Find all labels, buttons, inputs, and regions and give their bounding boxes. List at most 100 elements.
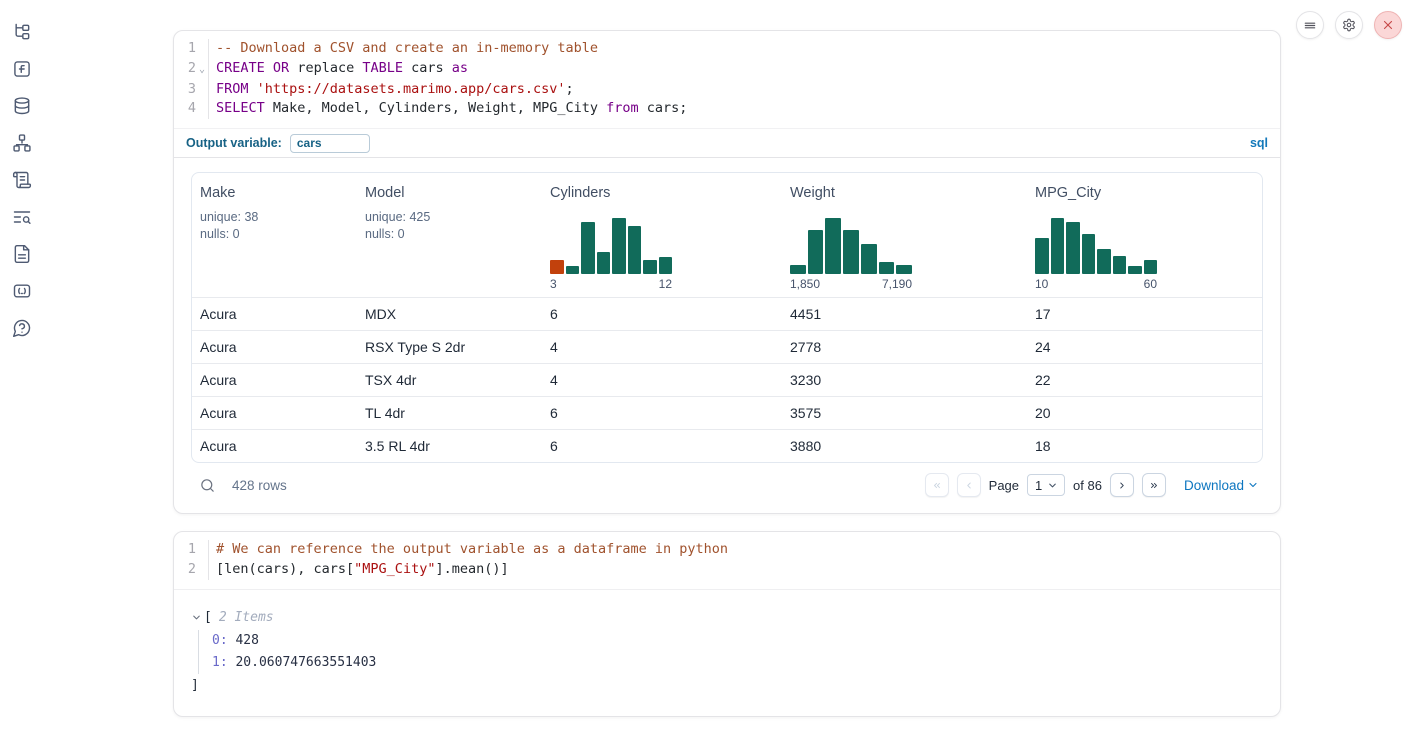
histogram-bar[interactable]	[659, 257, 673, 274]
weight-histogram	[790, 218, 912, 274]
data-table: Make unique: 38 nulls: 0 Model unique: 4…	[191, 172, 1263, 463]
logs-icon[interactable]	[12, 207, 32, 227]
column-header-cylinders[interactable]: Cylinders 3 12	[542, 173, 782, 297]
datasources-icon[interactable]	[12, 96, 32, 116]
histogram-bar[interactable]	[861, 244, 877, 274]
histogram-bar[interactable]	[1051, 218, 1065, 274]
column-header-mpg-city[interactable]: MPG_City 10 60	[1027, 173, 1262, 297]
open-bracket: [	[204, 608, 212, 628]
mpg-city-histogram	[1035, 218, 1157, 274]
line-number: 1	[174, 540, 196, 560]
histogram-bar[interactable]	[581, 222, 595, 274]
histogram-bar[interactable]	[612, 218, 626, 274]
histogram-bar[interactable]	[896, 265, 912, 274]
line-number: 2	[174, 59, 196, 80]
histogram-bar[interactable]	[628, 226, 642, 274]
table-cell: 6	[542, 405, 782, 421]
axis-min-label: 1,850	[790, 277, 820, 291]
table-cell: 2778	[782, 339, 1027, 355]
histogram-axis: 1,850 7,190	[790, 277, 912, 291]
code-line: 4SELECT Make, Model, Cylinders, Weight, …	[174, 99, 1280, 119]
items-count-label: 2 Items	[219, 608, 274, 628]
axis-max-label: 12	[659, 277, 672, 291]
settings-button[interactable]	[1335, 11, 1363, 39]
table-cell: TL 4dr	[357, 405, 542, 421]
histogram-bar[interactable]	[1035, 238, 1049, 274]
histogram-bar[interactable]	[1097, 249, 1111, 274]
fold-toggle-icon[interactable]: ⌄	[196, 59, 208, 80]
dependency-graph-icon[interactable]	[12, 133, 32, 153]
column-stat-unique: unique: 425	[365, 210, 534, 224]
scratchpad-icon[interactable]	[12, 170, 32, 190]
next-page-button[interactable]	[1110, 473, 1134, 497]
axis-max-label: 60	[1144, 277, 1157, 291]
help-icon[interactable]	[12, 318, 32, 338]
previous-page-button[interactable]	[957, 473, 981, 497]
table-cell: 17	[1027, 306, 1262, 322]
python-cell: 1# We can reference the output variable …	[173, 531, 1281, 716]
histogram-bar[interactable]	[643, 260, 657, 274]
sql-code-editor[interactable]: 1-- Download a CSV and create an in-memo…	[174, 31, 1280, 128]
histogram-bar[interactable]	[1144, 260, 1158, 274]
code-line: 3 FROM 'https://datasets.marimo.app/cars.…	[174, 80, 1280, 100]
snippets-icon[interactable]	[12, 281, 32, 301]
variables-icon[interactable]	[12, 59, 32, 79]
column-header-weight[interactable]: Weight 1,850 7,190	[782, 173, 1027, 297]
histogram-bar[interactable]	[879, 262, 895, 274]
documentation-icon[interactable]	[12, 244, 32, 264]
table-cell: 6	[542, 438, 782, 454]
table-cell: Acura	[192, 339, 357, 355]
histogram-bar[interactable]	[1113, 256, 1127, 274]
column-name: MPG_City	[1035, 185, 1254, 201]
histogram-axis: 10 60	[1035, 277, 1157, 291]
close-button[interactable]	[1374, 11, 1402, 39]
histogram-bar[interactable]	[825, 218, 841, 274]
histogram-bar[interactable]	[843, 230, 859, 274]
chevron-left-icon	[964, 479, 974, 492]
download-button[interactable]: Download	[1184, 478, 1259, 493]
tree-collapse-icon[interactable]	[191, 612, 204, 623]
table-cell: 20	[1027, 405, 1262, 421]
histogram-bar[interactable]	[1082, 234, 1096, 274]
tree-root-row: [ 2 Items	[191, 608, 1263, 628]
tree-entry-key: 0:	[212, 633, 228, 648]
table-header-row: Make unique: 38 nulls: 0 Model unique: 4…	[192, 173, 1262, 297]
menu-button[interactable]	[1296, 11, 1324, 39]
page-select-value: 1	[1035, 478, 1042, 493]
cylinders-histogram	[550, 218, 672, 274]
histogram-bar[interactable]	[808, 230, 824, 274]
python-code-editor[interactable]: 1# We can reference the output variable …	[174, 532, 1280, 589]
notebook: 1 -- Download a CSV and create an in-memo…	[173, 30, 1281, 717]
tree-entry: 1: 20.060747663551403	[212, 652, 1263, 674]
table-cell: 24	[1027, 339, 1262, 355]
line-number: 2	[174, 560, 196, 580]
column-stat-nulls: nulls: 0	[365, 227, 534, 241]
table-cell: 18	[1027, 438, 1262, 454]
histogram-bar[interactable]	[1066, 222, 1080, 274]
last-page-button[interactable]	[1142, 473, 1166, 497]
code-text: -- Download a CSV and create an in-memor…	[208, 39, 598, 59]
code-line: 1# We can reference the output variable …	[174, 540, 1280, 560]
code-line: 2⌄CREATE OR replace TABLE cars as	[174, 59, 1280, 80]
page-label: Page	[989, 478, 1019, 493]
code-text: FROM 'https://datasets.marimo.app/cars.c…	[208, 80, 574, 100]
histogram-bar[interactable]	[597, 252, 611, 274]
page-select[interactable]: 1	[1027, 474, 1065, 496]
window-controls	[1296, 11, 1402, 39]
histogram-bar[interactable]	[566, 266, 580, 274]
histogram-bar[interactable]	[1128, 266, 1142, 274]
chevrons-right-icon	[1149, 479, 1159, 492]
search-icon[interactable]	[199, 477, 216, 494]
column-header-make[interactable]: Make unique: 38 nulls: 0	[192, 173, 357, 297]
first-page-button[interactable]	[925, 473, 949, 497]
column-stat-unique: unique: 38	[200, 210, 349, 224]
line-number: 3	[174, 80, 196, 100]
column-header-model[interactable]: Model unique: 425 nulls: 0	[357, 173, 542, 297]
file-explorer-icon[interactable]	[12, 22, 32, 42]
output-variable-input[interactable]	[290, 134, 370, 153]
histogram-bar[interactable]	[550, 260, 564, 274]
row-count: 428 rows	[232, 478, 287, 493]
table-cell: RSX Type S 2dr	[357, 339, 542, 355]
histogram-bar[interactable]	[790, 265, 806, 274]
table-row: AcuraMDX6445117	[192, 297, 1262, 330]
